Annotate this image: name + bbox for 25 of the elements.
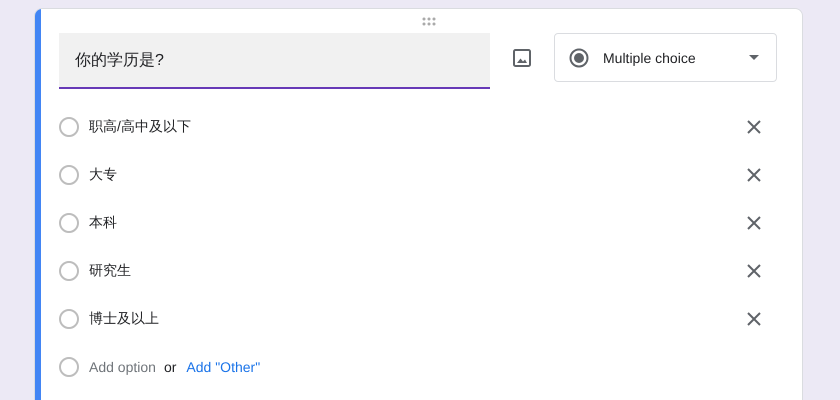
- dropdown-label: Multiple choice: [603, 50, 697, 66]
- radio-button[interactable]: [59, 117, 79, 137]
- option-text[interactable]: 职高/高中及以下: [89, 118, 747, 136]
- close-icon[interactable]: [747, 168, 761, 182]
- or-text: or: [164, 359, 176, 375]
- add-other-link[interactable]: Add "Other": [186, 359, 260, 375]
- option-text[interactable]: 博士及以上: [89, 310, 747, 328]
- radio-button[interactable]: [59, 261, 79, 281]
- image-icon[interactable]: [513, 49, 531, 67]
- option-text[interactable]: 研究生: [89, 262, 747, 280]
- close-icon[interactable]: [747, 312, 761, 326]
- radio-icon: [569, 48, 589, 68]
- option-text[interactable]: 大专: [89, 166, 747, 184]
- close-icon[interactable]: [747, 264, 761, 278]
- question-type-dropdown[interactable]: Multiple choice: [554, 33, 777, 82]
- drag-handle-icon[interactable]: [422, 16, 436, 26]
- radio-button[interactable]: [59, 165, 79, 185]
- option-text[interactable]: 本科: [89, 214, 747, 232]
- close-icon[interactable]: [747, 120, 761, 134]
- caret-icon: [749, 55, 759, 60]
- radio-button[interactable]: [59, 213, 79, 233]
- radio-button[interactable]: [59, 309, 79, 329]
- close-icon[interactable]: [747, 216, 761, 230]
- question-field[interactable]: 你的学历是?: [59, 33, 490, 89]
- add-option-link[interactable]: Add option: [89, 359, 156, 375]
